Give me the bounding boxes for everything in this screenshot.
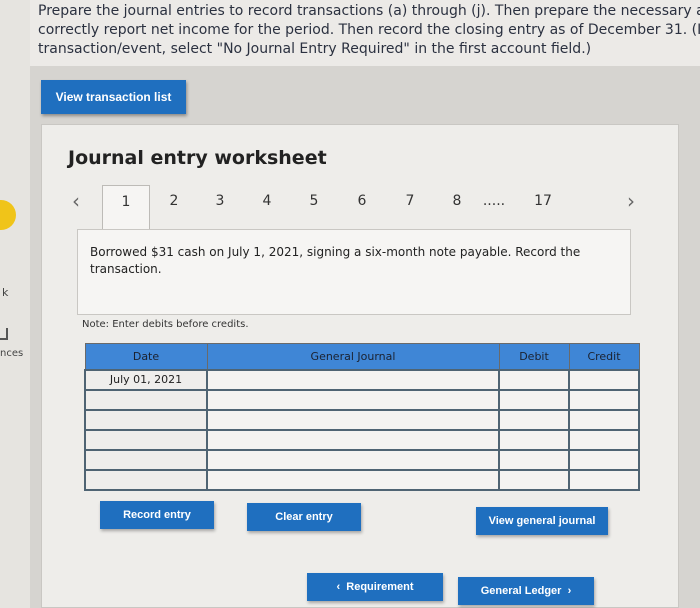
debit-cell[interactable] [498,428,570,451]
tab-4[interactable]: 4 [257,193,277,209]
table-row [84,408,640,431]
account-cell[interactable] [206,468,500,491]
account-cell[interactable] [206,408,500,431]
general-ledger-button[interactable]: General Ledger › [458,577,594,605]
credit-column-header: Credit [568,343,640,370]
side-references-text[interactable]: nces [0,348,23,359]
instructions-line-1: Prepare the journal entries to record tr… [38,3,700,19]
date-cell[interactable]: July 01, 2021 [84,368,208,391]
tab-8[interactable]: 8 [447,193,467,209]
left-side-panel: k nces [0,0,30,608]
record-entry-button[interactable]: Record entry [100,501,214,529]
table-row [84,448,640,471]
tab-1[interactable]: 1 [102,185,150,229]
view-general-journal-button[interactable]: View general journal [476,507,608,535]
debit-column-header: Debit [498,343,570,370]
requirement-button[interactable]: ‹ Requirement [307,573,443,601]
tab-7[interactable]: 7 [400,193,420,209]
account-cell[interactable] [206,448,500,471]
instructions-line-2: correctly report net income for the peri… [38,22,700,38]
account-cell[interactable] [206,388,500,411]
table-row [84,468,640,491]
instructions-line-3: transaction/event, select "No Journal En… [38,41,592,57]
general-ledger-label: General Ledger [480,585,562,597]
credit-cell[interactable] [568,448,640,471]
debit-cell[interactable] [498,388,570,411]
table-row: July 01, 2021 [84,368,640,391]
chevron-left-icon: ‹ [336,581,347,593]
yellow-status-dot [0,200,16,230]
date-cell[interactable] [84,388,208,411]
credit-cell[interactable] [568,428,640,451]
tab-3[interactable]: 3 [210,193,230,209]
account-cell[interactable] [206,368,500,391]
tab-6[interactable]: 6 [352,193,372,209]
transaction-tabs: ‹ 1 2 3 4 5 6 7 8 ..... 17 › [42,185,678,229]
debit-cell[interactable] [498,468,570,491]
journal-entry-worksheet: Journal entry worksheet ‹ 1 2 3 4 5 6 7 … [41,124,679,608]
date-cell[interactable] [84,408,208,431]
journal-table: Date General Journal Debit Credit July 0… [84,343,640,491]
transaction-card: Borrowed $31 cash on July 1, 2021, signi… [77,229,631,315]
table-row [84,388,640,411]
side-fragment-text: k [2,286,9,299]
chevron-right-icon: › [561,585,572,597]
debit-cell[interactable] [498,368,570,391]
table-row [84,428,640,451]
requirement-label: Requirement [346,581,414,593]
credit-cell[interactable] [568,468,640,491]
instructions-banner: Prepare the journal entries to record tr… [30,0,700,66]
tab-17[interactable]: 17 [530,193,556,209]
credit-cell[interactable] [568,368,640,391]
bracket-icon [0,328,8,340]
clear-entry-button[interactable]: Clear entry [247,503,361,531]
prev-arrow-icon[interactable]: ‹ [72,189,80,213]
worksheet-title: Journal entry worksheet [68,147,327,169]
date-cell[interactable] [84,468,208,491]
tab-2[interactable]: 2 [164,193,184,209]
entry-note: Note: Enter debits before credits. [82,319,249,330]
tabs-ellipsis: ..... [482,193,506,209]
debit-cell[interactable] [498,448,570,471]
account-cell[interactable] [206,428,500,451]
view-transaction-list-button[interactable]: View transaction list [41,80,186,114]
credit-cell[interactable] [568,408,640,431]
debit-cell[interactable] [498,408,570,431]
credit-cell[interactable] [568,388,640,411]
general-journal-column-header: General Journal [206,343,500,370]
date-column-header: Date [84,343,208,370]
date-cell[interactable] [84,448,208,471]
next-arrow-icon[interactable]: › [627,189,635,213]
date-cell[interactable] [84,428,208,451]
tab-5[interactable]: 5 [304,193,324,209]
transaction-description: Borrowed $31 cash on July 1, 2021, signi… [90,245,581,276]
